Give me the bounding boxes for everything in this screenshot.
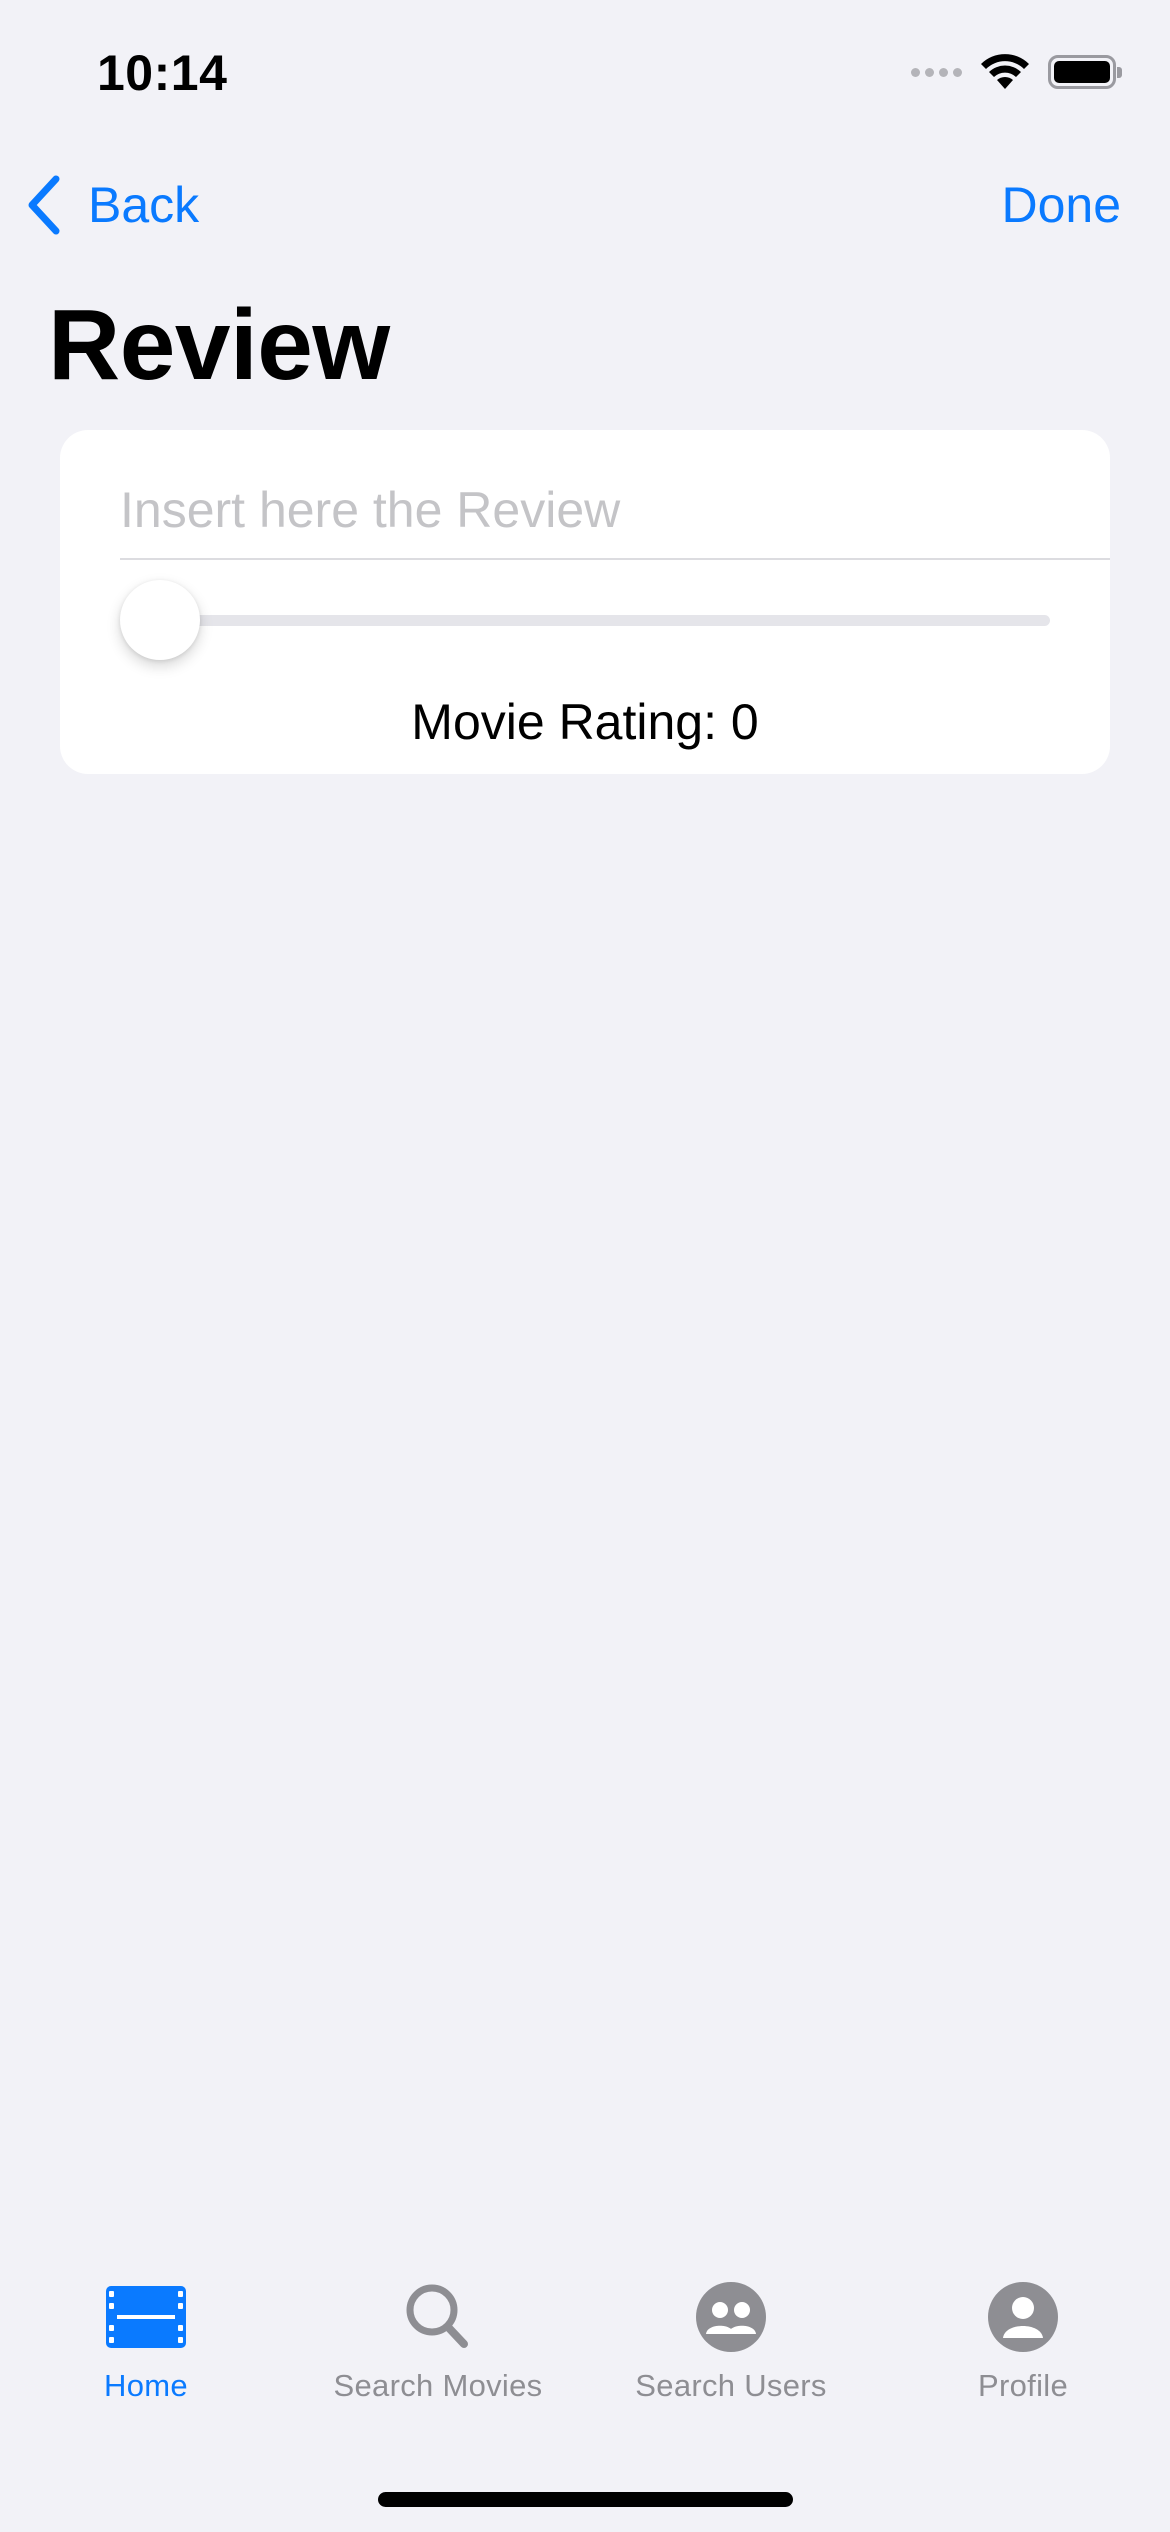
users-icon <box>696 2282 766 2352</box>
tab-search-users[interactable]: Search Users <box>585 2280 877 2410</box>
tab-label: Search Movies <box>333 2368 543 2403</box>
tab-profile[interactable]: Profile <box>877 2280 1169 2410</box>
home-indicator <box>378 2492 793 2507</box>
tab-label: Profile <box>978 2368 1068 2403</box>
separator <box>120 558 1110 560</box>
tab-bar: Home Search Movies Search Users Profile <box>0 2280 1170 2410</box>
slider-track[interactable] <box>120 615 1050 626</box>
slider-thumb[interactable] <box>120 580 200 660</box>
tab-search-movies[interactable]: Search Movies <box>292 2280 584 2410</box>
back-button-label: Back <box>88 177 200 233</box>
film-icon <box>106 2286 186 2348</box>
done-button[interactable]: Done <box>1001 174 1121 236</box>
signal-dots-icon <box>911 67 962 77</box>
chevron-left-icon <box>28 175 60 235</box>
status-time: 10:14 <box>97 45 228 101</box>
page-title: Review <box>48 289 390 401</box>
tab-label: Search Users <box>635 2368 827 2403</box>
status-icons <box>911 53 1122 91</box>
back-button[interactable]: Back <box>24 174 199 236</box>
movie-rating-label: Movie Rating: 0 <box>411 694 759 750</box>
battery-icon <box>1048 55 1122 89</box>
magnifier-icon <box>406 2284 468 2348</box>
wifi-icon <box>981 54 1029 89</box>
rating-slider[interactable] <box>120 580 1110 660</box>
profile-icon <box>988 2282 1058 2352</box>
review-input[interactable] <box>120 460 1070 560</box>
review-form-card: Movie Rating: 0 <box>60 430 1110 774</box>
tab-home[interactable]: Home <box>0 2280 292 2410</box>
tab-label: Home <box>104 2368 188 2403</box>
